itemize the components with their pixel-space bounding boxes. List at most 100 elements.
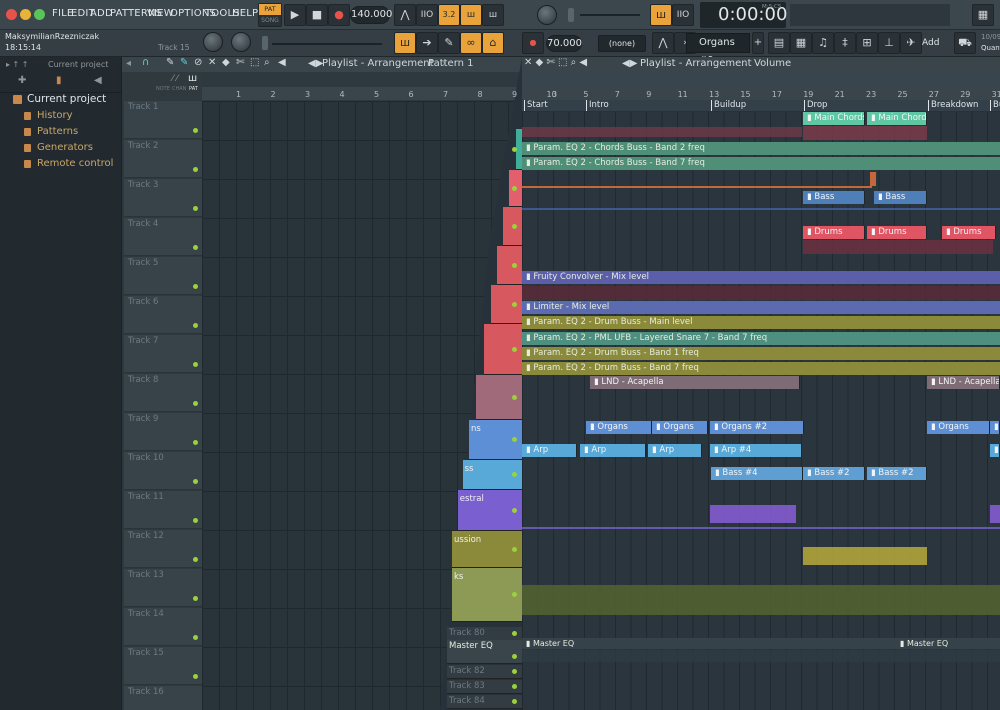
track-header-right[interactable]: [490, 285, 522, 324]
shop-icon[interactable]: ⛟: [954, 32, 976, 54]
track-mute-led-icon[interactable]: [511, 223, 517, 229]
track-header-right[interactable]: Master EQ: [447, 640, 522, 664]
track-mute-led-icon[interactable]: [512, 437, 517, 442]
track-mute-led-icon[interactable]: [512, 185, 517, 191]
browser-speaker-icon[interactable]: ◀: [94, 75, 102, 86]
track-header[interactable]: Track 16: [124, 686, 202, 710]
draw-tool-icon[interactable]: ✎: [166, 57, 174, 68]
track-header-right[interactable]: Track 84: [447, 695, 522, 709]
track-header[interactable]: Track 8: [124, 374, 202, 412]
pattern-clip[interactable]: ▮ Bass: [874, 191, 927, 204]
playlist-pattern-left[interactable]: Pattern 1: [428, 58, 474, 69]
track-header[interactable]: Track 4: [124, 218, 202, 256]
pattern-clip[interactable]: ▮ A: [990, 444, 1000, 457]
automation-clip[interactable]: ▮ Param. EQ 2 - Chords Buss - Band 7 fre…: [522, 157, 1000, 170]
track-header[interactable]: Track 10: [124, 452, 202, 490]
master-pitch-slider[interactable]: [568, 8, 574, 22]
pattern-clip[interactable]: ▮ Organs: [652, 421, 708, 434]
playlist-magnet-icon[interactable]: ∩: [142, 57, 149, 68]
track-header[interactable]: Track 3: [124, 179, 202, 217]
track-mute-led-icon[interactable]: [511, 146, 517, 152]
countdown-button[interactable]: 3.2: [438, 4, 460, 26]
track-mute-led-icon[interactable]: [511, 301, 517, 307]
menu-help[interactable]: HELP: [232, 8, 258, 19]
track-header[interactable]: Track 6: [124, 296, 202, 334]
overview-strip[interactable]: [522, 72, 1000, 88]
track-mute-led-icon[interactable]: [193, 557, 198, 562]
track-mute-led-icon[interactable]: [193, 401, 198, 406]
tools-icon[interactable]: ✈: [900, 32, 922, 54]
step-edit-icon[interactable]: IIO: [672, 4, 694, 26]
pattern-clip[interactable]: ▮ Bass #2: [867, 467, 927, 480]
browser-nav-icon[interactable]: ▸ ↑ ↑: [6, 60, 29, 69]
track-header[interactable]: Track 7: [124, 335, 202, 373]
pattern-clip[interactable]: ▮ LND - Acapella: [927, 376, 1000, 389]
pattern-clip[interactable]: ▮ Arp: [580, 444, 646, 457]
record-button[interactable]: ●: [328, 4, 350, 26]
track-header-right[interactable]: [496, 246, 522, 285]
playlist-menu-icon[interactable]: ◂: [126, 58, 131, 69]
track-mute-led-icon[interactable]: [193, 245, 198, 250]
playback-tool-icon[interactable]: ◀: [278, 57, 286, 68]
browser-add-icon[interactable]: ✚: [18, 75, 26, 86]
add-pattern-button[interactable]: +: [752, 32, 764, 54]
track-header-right[interactable]: ks: [452, 568, 522, 622]
browser-crumb[interactable]: Current project: [48, 60, 108, 69]
arrow-right-icon[interactable]: ➔: [416, 32, 438, 54]
track-mute-led-icon[interactable]: [193, 479, 198, 484]
track-header[interactable]: Track 5: [124, 257, 202, 295]
track-header[interactable]: Track 1: [124, 101, 202, 139]
track-header-right[interactable]: estral: [457, 490, 522, 531]
time-display[interactable]: 0:00:00 M:S:CS: [700, 2, 787, 28]
marker[interactable]: Breakdown: [928, 100, 978, 111]
track-mute-led-icon[interactable]: [512, 592, 517, 597]
track-mute-led-icon[interactable]: [512, 631, 517, 636]
track-mute-led-icon[interactable]: [193, 128, 198, 133]
automation-clip-master-eq[interactable]: ▮ Master EQ: [522, 638, 896, 649]
tempo-display-secondary[interactable]: 70.000: [546, 35, 582, 52]
marker[interactable]: Bu: [990, 100, 1000, 111]
track-header-right[interactable]: ussion: [452, 531, 522, 568]
channel-rack-icon[interactable]: ▦: [790, 32, 812, 54]
pattern-clip[interactable]: ▮ Organs: [927, 421, 990, 434]
pattern-clip[interactable]: ▮ Drums: [803, 226, 865, 239]
pattern-clip[interactable]: ▮ Drums: [867, 226, 927, 239]
pattern-clip[interactable]: ▮ Bass: [803, 191, 865, 204]
track-header[interactable]: Track 11: [124, 491, 202, 529]
automation-clip[interactable]: ▮ Param. EQ 2 - PML UFB - Layered Snare …: [522, 332, 1000, 345]
track-header-right[interactable]: [484, 324, 522, 375]
close-window-icon[interactable]: [6, 9, 17, 20]
track-mute-led-icon[interactable]: [193, 440, 198, 445]
track-mute-led-icon[interactable]: [193, 635, 198, 640]
minimize-window-icon[interactable]: [20, 9, 31, 20]
pat-song-toggle[interactable]: PAT SONG: [258, 3, 282, 27]
pattern-selector[interactable]: Organs #9: [686, 33, 750, 66]
track-header-right[interactable]: Track 82: [447, 665, 522, 679]
track-mute-led-icon[interactable]: [511, 472, 517, 477]
marker[interactable]: Buildup: [711, 100, 746, 111]
track-mute-led-icon[interactable]: [193, 323, 198, 328]
track-mute-led-icon[interactable]: [193, 674, 198, 679]
browser-item-generators[interactable]: Generators: [37, 142, 93, 153]
blend-notes-icon[interactable]: ш: [460, 4, 482, 26]
add-menu[interactable]: Add: [922, 33, 948, 53]
track-mute-led-icon[interactable]: [512, 654, 517, 659]
hint-panel-icon[interactable]: ▦: [972, 4, 994, 26]
pattern-clip[interactable]: ▮ Drums: [942, 226, 996, 239]
automation-clip[interactable]: ▮ Limiter - Mix level: [522, 301, 1000, 314]
track-mute-led-icon[interactable]: [193, 596, 198, 601]
automation-clip[interactable]: ▮ Param. EQ 2 - Chords Buss - Band 2 fre…: [522, 142, 1000, 155]
marker[interactable]: Drop: [804, 100, 827, 111]
pattern-clip[interactable]: ▮ Main Chords: [867, 112, 927, 125]
automation-clip[interactable]: ▮ Param. EQ 2 - Drum Buss - Band 1 freq: [522, 347, 1000, 360]
track-mute-led-icon[interactable]: [512, 699, 517, 704]
pencil-icon[interactable]: ✎: [438, 32, 460, 54]
automation-clip-master-eq-2[interactable]: ▮ Master EQ: [896, 638, 1000, 649]
playlist-target-right[interactable]: Volume: [754, 58, 791, 69]
marker[interactable]: Intro: [586, 100, 609, 111]
main-volume-knob[interactable]: [203, 32, 223, 52]
track-header-right[interactable]: [476, 375, 522, 420]
pattern-clip[interactable]: ▮ A: [990, 421, 1000, 434]
track-mute-led-icon[interactable]: [511, 507, 517, 513]
select-tool-icon[interactable]: ⬚: [250, 57, 259, 68]
